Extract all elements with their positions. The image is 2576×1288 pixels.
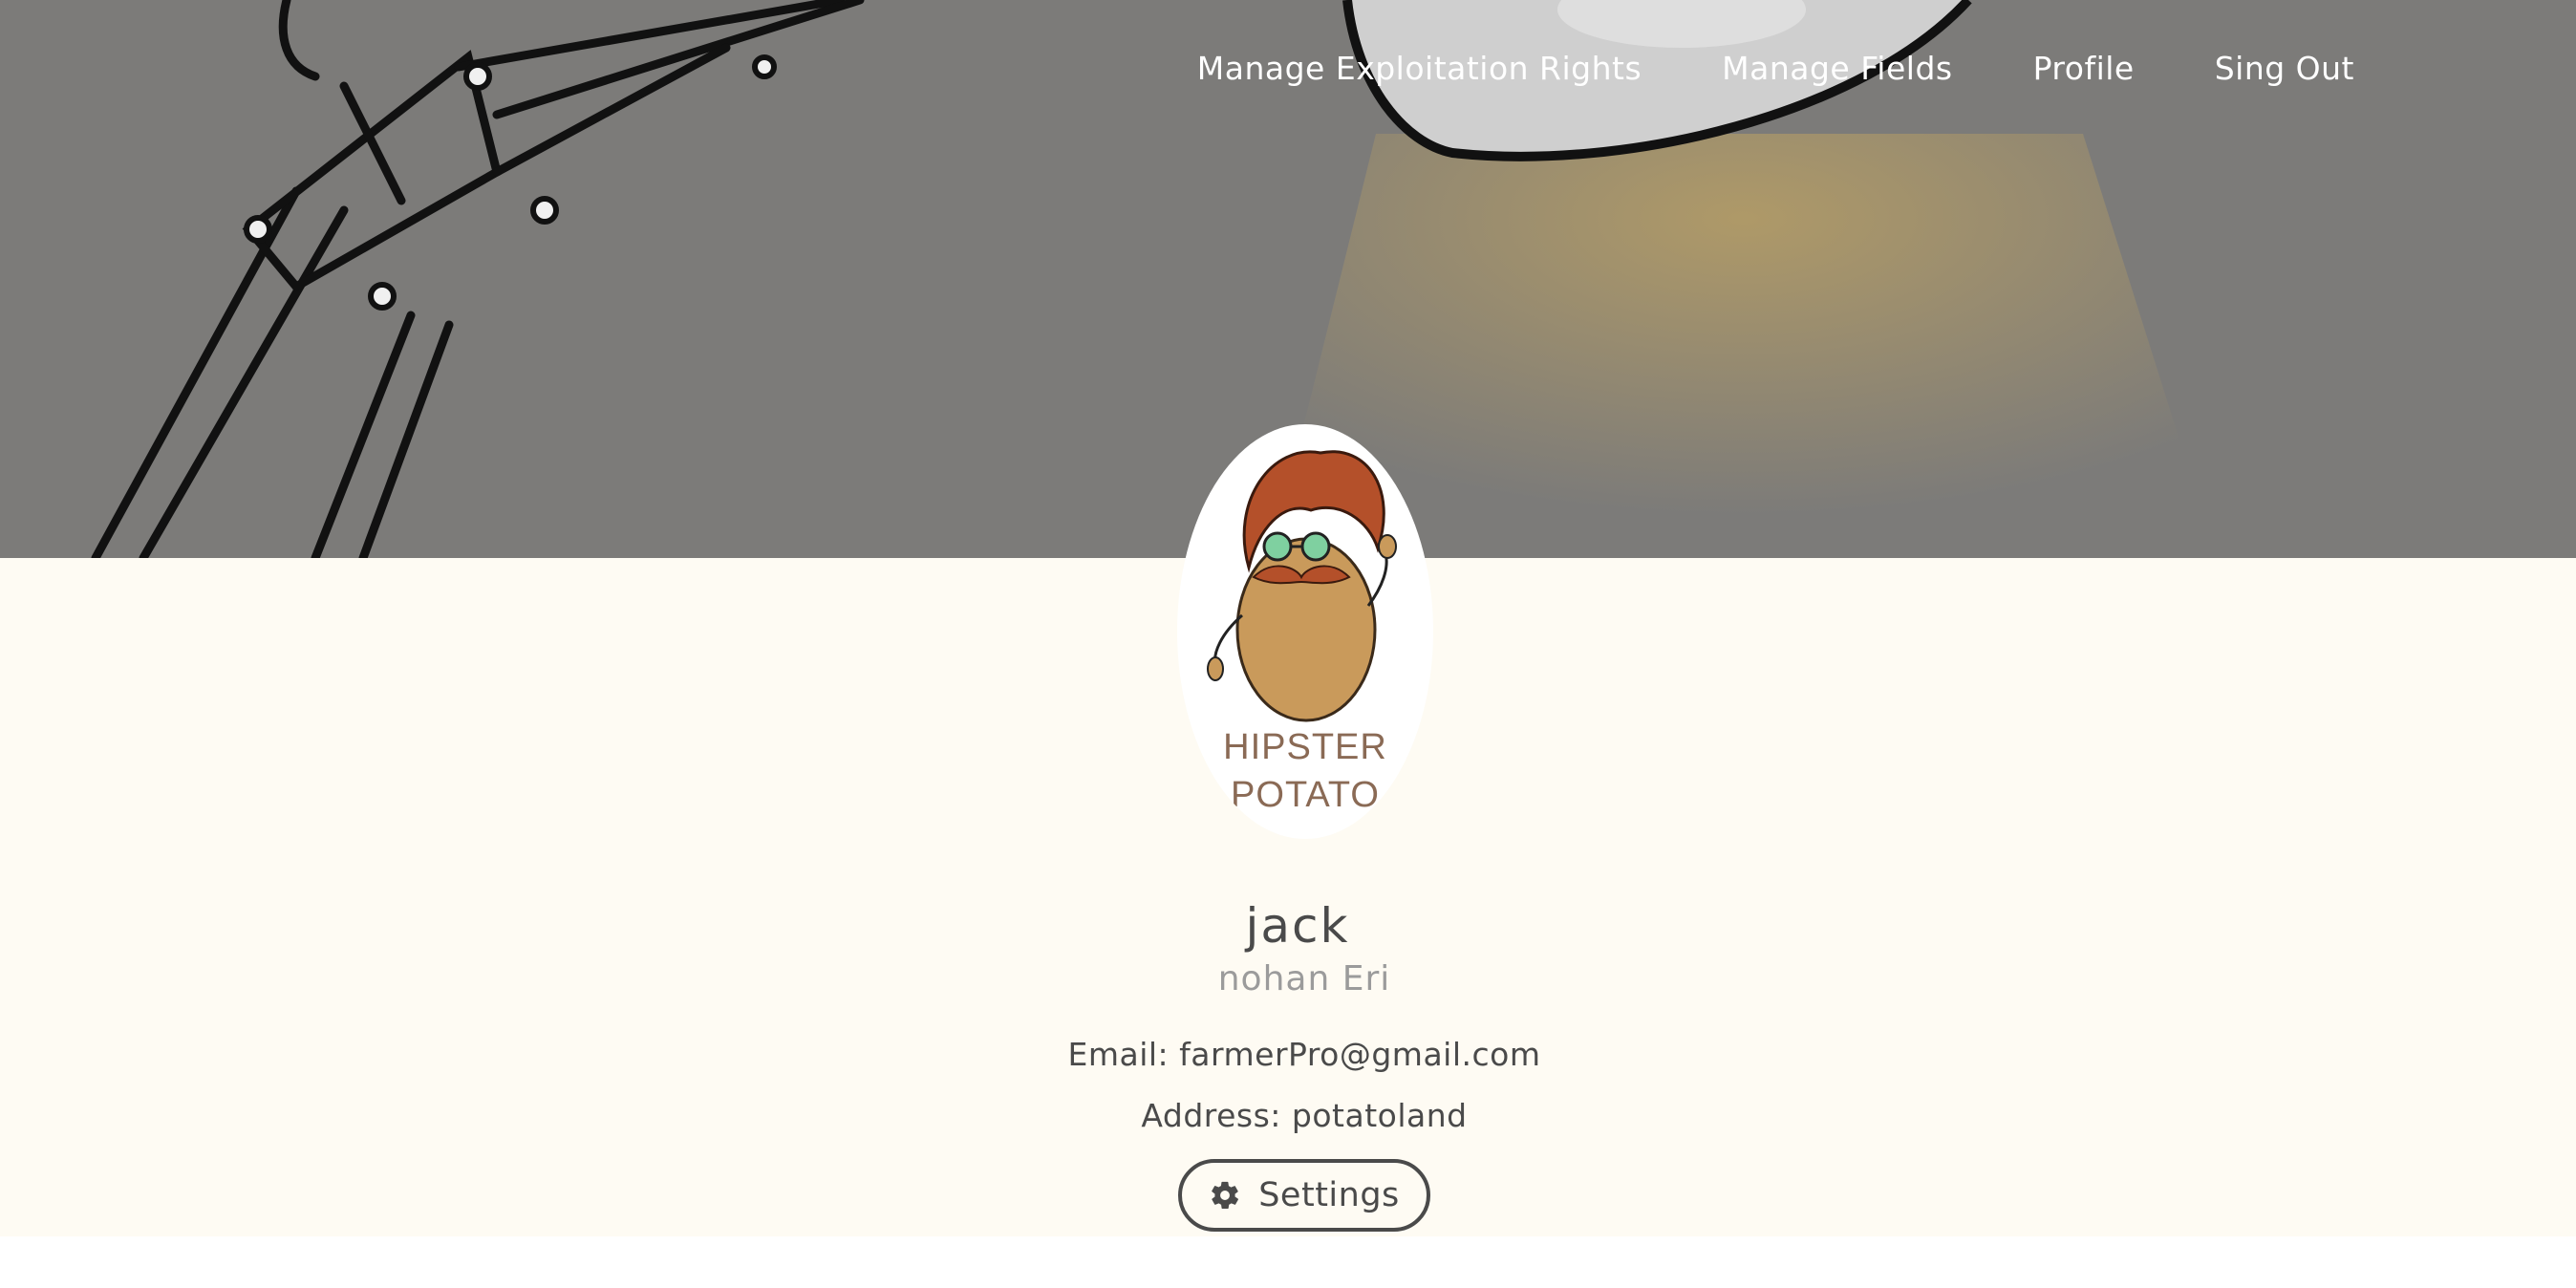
nav-sign-out[interactable]: Sing Out (2215, 50, 2354, 87)
top-navigation: Manage Exploitation Rights Manage Fields… (1197, 50, 2354, 87)
nav-profile[interactable]: Profile (2033, 50, 2135, 87)
profile-email: Email: farmerPro@gmail.com (1067, 1036, 1541, 1073)
profile-address: Address: potatoland (1141, 1097, 1468, 1134)
avatar-logo-line1: HIPSTER (1223, 727, 1387, 767)
avatar-logo-line2: POTATO (1231, 775, 1380, 815)
hipster-potato-illustration: HIPSTER POTATO (1207, 450, 1397, 815)
settings-button[interactable]: Settings (1178, 1159, 1430, 1232)
gear-icon (1209, 1179, 1241, 1212)
profile-full-name: nohan Eri (1217, 959, 1391, 998)
settings-button-label: Settings (1258, 1176, 1400, 1214)
nav-manage-exploitation-rights[interactable]: Manage Exploitation Rights (1197, 50, 1642, 87)
page-bottom (0, 1236, 2576, 1288)
profile-username: jack (1245, 898, 1350, 954)
avatar: HIPSTER POTATO (1177, 424, 1433, 839)
nav-manage-fields[interactable]: Manage Fields (1722, 50, 1952, 87)
